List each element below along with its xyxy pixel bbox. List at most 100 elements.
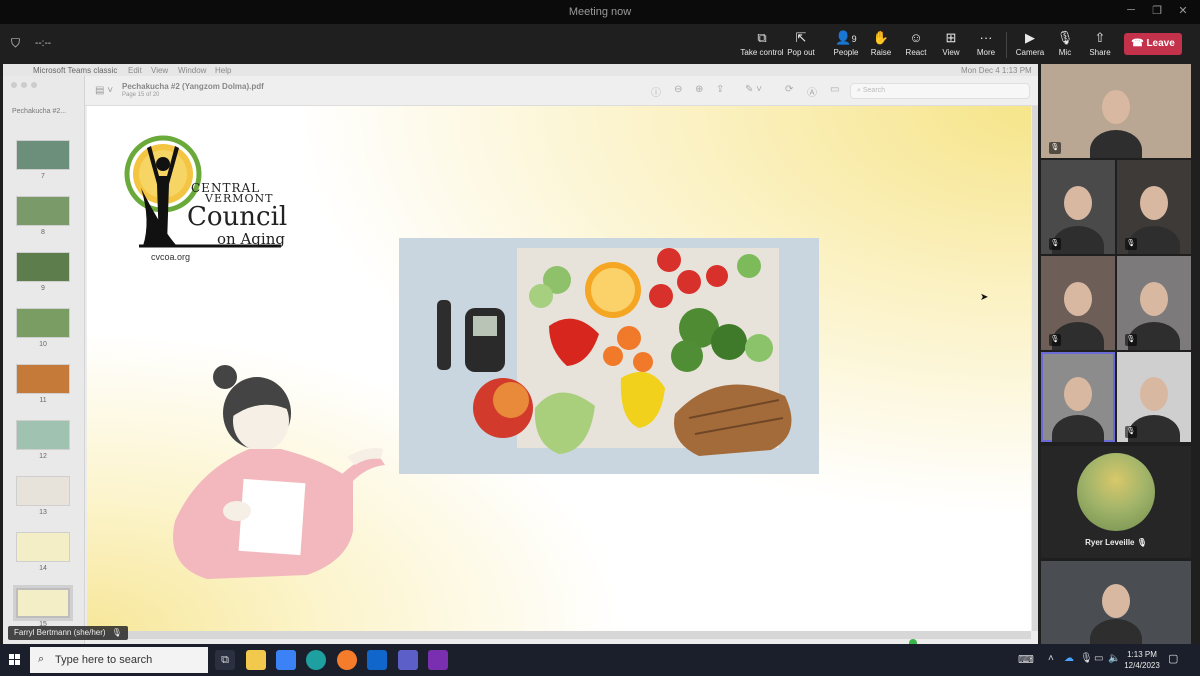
pdf-search-input[interactable]: ⌕ Search: [850, 83, 1030, 99]
mac-menu-window: Window: [178, 66, 207, 75]
pdf-thumbnail[interactable]: [16, 420, 70, 450]
pdf-thumbnail[interactable]: [16, 476, 70, 506]
firefox-icon[interactable]: [337, 650, 357, 670]
onenote-icon[interactable]: [428, 650, 448, 670]
window-dot: [21, 82, 27, 88]
participant-face: [1140, 186, 1168, 221]
network-icon[interactable]: ▭: [1094, 653, 1103, 664]
pdf-slide: CENTRAL VERMONT Council on Aging cvcoa.o…: [87, 106, 1031, 631]
notification-icon[interactable]: ▢: [1168, 652, 1178, 665]
thumbnail-page-number: 8: [41, 229, 45, 236]
logo-url: cvcoa.org: [151, 252, 191, 262]
mac-menu-app: Microsoft Teams classic: [33, 66, 118, 75]
horizontal-scrollbar[interactable]: [87, 631, 1031, 639]
thumbnail-page-number: 10: [39, 341, 47, 348]
file-explorer-icon[interactable]: [246, 650, 266, 670]
participant-face: [1102, 90, 1130, 125]
participant-face: [1064, 186, 1092, 221]
shield-icon: ⛉: [11, 36, 21, 50]
zoom-out-icon[interactable]: ⊖: [674, 84, 682, 95]
food-photo-graphic: [399, 238, 819, 474]
more-icon: ···: [979, 30, 993, 45]
participant-face: [1140, 282, 1168, 317]
thumbnail-page-number: 12: [39, 453, 47, 460]
participant-tile[interactable]: Ryer Leveille 🎙: [1041, 446, 1191, 558]
windows-taskbar: ⌕ Type here to search ⧉ ⌨ ˄ ☁ 🎙 ▭ 🔈 1:13…: [0, 644, 1200, 676]
zoom-in-icon[interactable]: ⊕: [695, 84, 703, 95]
volume-icon[interactable]: 🔈: [1108, 653, 1120, 664]
task-view-icon[interactable]: ⧉: [215, 650, 235, 670]
window-dot: [31, 82, 37, 88]
pdf-toolbar: ▤ ˅ Pechakucha #2 (Yangzom Dolma).pdf Pa…: [85, 76, 1038, 106]
participant-tile[interactable]: 🎙: [1117, 352, 1191, 442]
participant-tile[interactable]: 🎙: [1041, 64, 1191, 158]
pdf-thumbnail[interactable]: [16, 140, 70, 170]
mac-clock: Mon Dec 4 1:13 PM: [961, 66, 1032, 75]
taskbar-clock[interactable]: 1:13 PM 12/4/2023: [1122, 649, 1162, 671]
pdf-thumbnail[interactable]: [13, 585, 73, 621]
participant-face: [1102, 584, 1130, 619]
vertical-scrollbar[interactable]: [1032, 106, 1038, 631]
markup-icon[interactable]: ✎ ˅: [745, 84, 762, 95]
info-icon[interactable]: ⓘ: [651, 84, 661, 99]
outlook-icon[interactable]: [367, 650, 387, 670]
thumbnail-page-number: 13: [39, 509, 47, 516]
teams-icon[interactable]: [398, 650, 418, 670]
store-icon[interactable]: [276, 650, 296, 670]
participant-tile[interactable]: 🎙: [1117, 256, 1191, 350]
take-control-button[interactable]: ⧉ Take control: [740, 30, 784, 62]
thumbnail-page-number: 9: [41, 285, 45, 292]
clock-date: 12/4/2023: [1124, 661, 1160, 670]
pdf-thumbnail[interactable]: [16, 252, 70, 282]
share-button[interactable]: ⇧ Share: [1078, 30, 1122, 62]
search-icon: ⌕: [38, 653, 45, 665]
people-count: 9: [851, 34, 857, 44]
share-doc-icon[interactable]: ⇪: [716, 84, 724, 95]
mic-tray-icon[interactable]: 🎙: [1080, 653, 1093, 664]
meeting-timer: --:--: [35, 38, 52, 49]
pdf-thumbnail[interactable]: [16, 196, 70, 226]
sidebar-toggle-icon[interactable]: ▤ ˅: [95, 85, 113, 96]
taskbar-search-input[interactable]: ⌕ Type here to search: [30, 647, 208, 673]
windows-start-icon[interactable]: [9, 653, 21, 665]
pdf-thumbnail[interactable]: [16, 364, 70, 394]
participant-tile[interactable]: 🎙: [1041, 256, 1115, 350]
tray-chevron-icon[interactable]: ˄: [1048, 653, 1054, 664]
thumbnail-page-number: 14: [39, 565, 47, 572]
food-photo: [399, 238, 819, 474]
logo-line-council: Council: [187, 202, 288, 232]
keyboard-icon[interactable]: ⌨: [1018, 653, 1034, 666]
page-info: Page 15 of 20: [122, 92, 160, 98]
mic-muted-icon: 🎙: [1125, 334, 1137, 346]
onedrive-icon[interactable]: ☁: [1064, 653, 1074, 664]
share-icon: ⇧: [1094, 30, 1106, 45]
participant-tile[interactable]: 🎙: [1041, 160, 1115, 254]
participant-tile[interactable]: [1041, 352, 1115, 442]
form-icon[interactable]: ▭: [830, 84, 839, 95]
leave-button[interactable]: ☎ Leave: [1124, 33, 1182, 55]
pdf-thumbnail[interactable]: [16, 308, 70, 338]
participant-body: [1090, 129, 1142, 158]
mac-menu-edit: Edit: [128, 66, 142, 75]
participant-face: [1064, 282, 1092, 317]
participant-body: [1090, 619, 1142, 644]
pop-out-icon: ⇱: [795, 30, 807, 45]
pdf-thumbnail[interactable]: [16, 532, 70, 562]
annotate-icon[interactable]: Ⓐ: [807, 84, 817, 99]
mic-muted-icon: 🎙: [1049, 238, 1061, 250]
take-control-icon: ⧉: [757, 30, 767, 45]
minimize-icon[interactable]: ─: [1124, 4, 1138, 18]
phone-icon: ☎: [1131, 38, 1147, 49]
restore-icon[interactable]: ❐: [1150, 4, 1164, 18]
participant-tile[interactable]: 🎙: [1117, 160, 1191, 254]
rotate-icon[interactable]: ⟳: [785, 84, 793, 95]
shared-screen: Microsoft Teams classic Edit View Window…: [3, 64, 1038, 644]
edge-icon[interactable]: [306, 650, 326, 670]
mac-menu-bar: Microsoft Teams classic Edit View Window…: [3, 64, 1038, 76]
participant-tile[interactable]: [1041, 561, 1191, 644]
sidebar-title: Pechakucha #2...: [12, 108, 67, 115]
window-title-bar: Meeting now ─ ❐ ✕: [0, 0, 1200, 24]
close-icon[interactable]: ✕: [1176, 4, 1190, 18]
more-button[interactable]: ··· More: [964, 30, 1008, 62]
pop-out-button[interactable]: ⇱ Pop out: [779, 30, 823, 62]
